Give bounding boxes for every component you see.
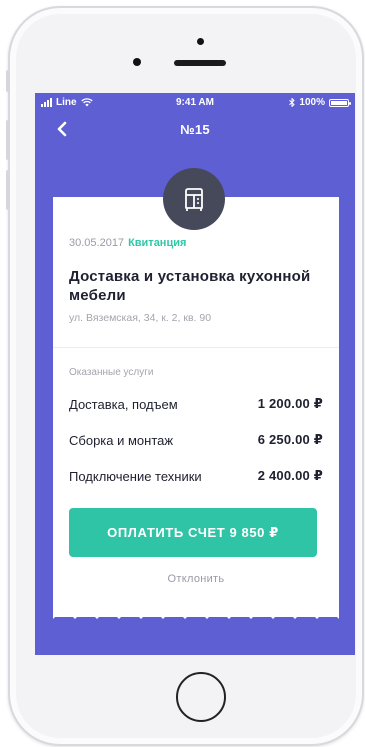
front-camera [197, 38, 204, 45]
page-title: №15 [180, 122, 210, 137]
home-button[interactable] [176, 672, 226, 722]
receipt-date: 30.05.2017 [69, 237, 125, 249]
bluetooth-icon [289, 98, 296, 107]
battery-percent: 100% [299, 97, 325, 108]
receipt-type-tag: Квитанция [128, 237, 187, 249]
receipt-category-badge [163, 168, 225, 230]
pay-invoice-button[interactable]: ОПЛАТИТЬ СЧЕТ 9 850 ₽ [69, 508, 317, 557]
receipt-card: 30.05.2017 Квитанция Доставка и установка… [53, 197, 339, 619]
battery-icon [329, 98, 351, 107]
service-price: 1 200.00 ₽ [257, 396, 323, 411]
volume-down-button [6, 170, 10, 210]
decline-link[interactable]: Отклонить [53, 573, 339, 585]
status-bar: Line 9:41 AM 100% [35, 93, 355, 113]
receipt-torn-edge [53, 601, 339, 619]
service-row: Доставка, подъем 1 200.00 ₽ [69, 394, 323, 414]
volume-up-button [6, 120, 10, 160]
service-row: Подключение техники 2 400.00 ₽ [69, 466, 323, 486]
furniture-cabinet-icon [185, 188, 203, 211]
nav-bar: №15 [35, 115, 355, 143]
proximity-sensor [133, 58, 141, 66]
service-price: 2 400.00 ₽ [257, 468, 323, 483]
receipt-address: ул. Вяземская, 34, к. 2, кв. 90 [69, 312, 212, 324]
earpiece-speaker [174, 60, 226, 66]
service-name: Подключение техники [69, 468, 202, 484]
services-label: Оказанные услуги [69, 367, 154, 378]
receipt-title: Доставка и установка кухонной мебели [69, 268, 311, 304]
service-row: Сборка и монтаж 6 250.00 ₽ [69, 430, 323, 450]
mute-switch [6, 70, 10, 92]
service-price: 6 250.00 ₽ [257, 432, 323, 447]
service-name: Сборка и монтаж [69, 432, 174, 448]
receipt-meta: 30.05.2017 Квитанция [69, 237, 186, 249]
app-screen: Line 9:41 AM 100% №15 30.05.2017 Квитанц… [35, 93, 355, 655]
service-name: Доставка, подъем [69, 396, 178, 412]
divider [53, 347, 339, 348]
